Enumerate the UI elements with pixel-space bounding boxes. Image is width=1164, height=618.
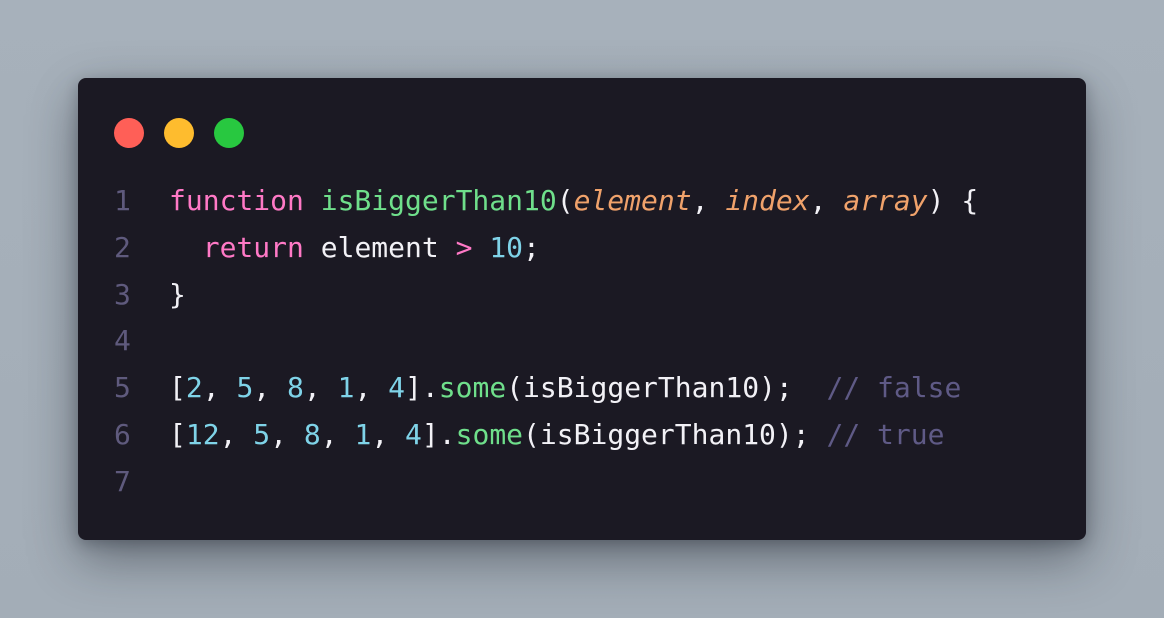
line-number: 5	[114, 371, 131, 405]
code-token: 5	[253, 417, 271, 451]
code-line: 4	[114, 318, 1054, 365]
code-token: isBiggerThan10	[320, 184, 557, 217]
code-token: ,	[219, 417, 254, 451]
code-token: 4	[405, 417, 422, 451]
code-token: 12	[185, 417, 220, 451]
code-token: 2	[185, 371, 203, 405]
code-token: 1	[337, 371, 355, 405]
code-token: // false	[826, 371, 962, 405]
line-number: 4	[114, 324, 131, 358]
code-token: element	[303, 230, 456, 264]
code-token: 5	[236, 371, 254, 405]
code-line: 1 function isBiggerThan10(element, index,…	[114, 178, 1054, 225]
code-window: 1 function isBiggerThan10(element, index,…	[78, 78, 1086, 540]
code-token: function	[169, 184, 304, 217]
line-number: 3	[114, 277, 131, 311]
code-token: 4	[388, 371, 406, 405]
code-token: some	[455, 417, 524, 451]
code-line: 6 [12, 5, 8, 1, 4].some(isBiggerThan10); …	[114, 412, 1054, 459]
code-line: 2 return element > 10;	[114, 225, 1054, 272]
code-token: ,	[303, 371, 338, 405]
code-token: >	[455, 230, 473, 264]
code-token: ,	[253, 371, 288, 405]
maximize-dot-icon[interactable]	[214, 118, 244, 148]
code-token: }	[169, 277, 186, 311]
code-token: ].	[405, 371, 439, 405]
line-number: 6	[114, 417, 131, 451]
code-line: 5 [2, 5, 8, 1, 4].some(isBiggerThan10); /…	[114, 365, 1054, 412]
minimize-dot-icon[interactable]	[164, 118, 194, 148]
code-token: ;	[523, 230, 540, 264]
code-token: array	[843, 184, 928, 217]
code-token: 1	[354, 417, 372, 451]
code-token: ) {	[927, 184, 979, 217]
line-number: 2	[114, 230, 131, 264]
code-token: some	[438, 371, 507, 405]
code-token: 8	[303, 417, 321, 451]
code-token: ,	[809, 184, 844, 217]
code-token: index	[725, 184, 810, 217]
code-token: ,	[354, 371, 389, 405]
line-number: 1	[114, 184, 131, 217]
code-token: return	[202, 230, 304, 264]
code-token: (isBiggerThan10);	[523, 417, 827, 451]
code-token: element	[573, 184, 692, 217]
code-token: (	[556, 184, 574, 217]
line-number: 7	[114, 464, 131, 498]
code-token: ,	[371, 417, 406, 451]
code-token: ,	[202, 371, 237, 405]
code-token: 10	[489, 230, 524, 264]
code-token: // true	[826, 417, 945, 451]
code-token: ].	[421, 417, 456, 451]
close-dot-icon[interactable]	[114, 118, 144, 148]
code-token: ,	[691, 184, 726, 217]
code-token: ,	[270, 417, 304, 451]
code-line: 7	[114, 459, 1054, 506]
code-token: 8	[287, 371, 304, 405]
code-token: [	[169, 417, 186, 451]
code-token: ,	[320, 417, 355, 451]
code-token: (isBiggerThan10);	[506, 371, 827, 405]
code-editor: 1 function isBiggerThan10(element, index,…	[114, 178, 1054, 506]
code-token: [	[169, 371, 186, 405]
code-line: 3}	[114, 272, 1054, 319]
